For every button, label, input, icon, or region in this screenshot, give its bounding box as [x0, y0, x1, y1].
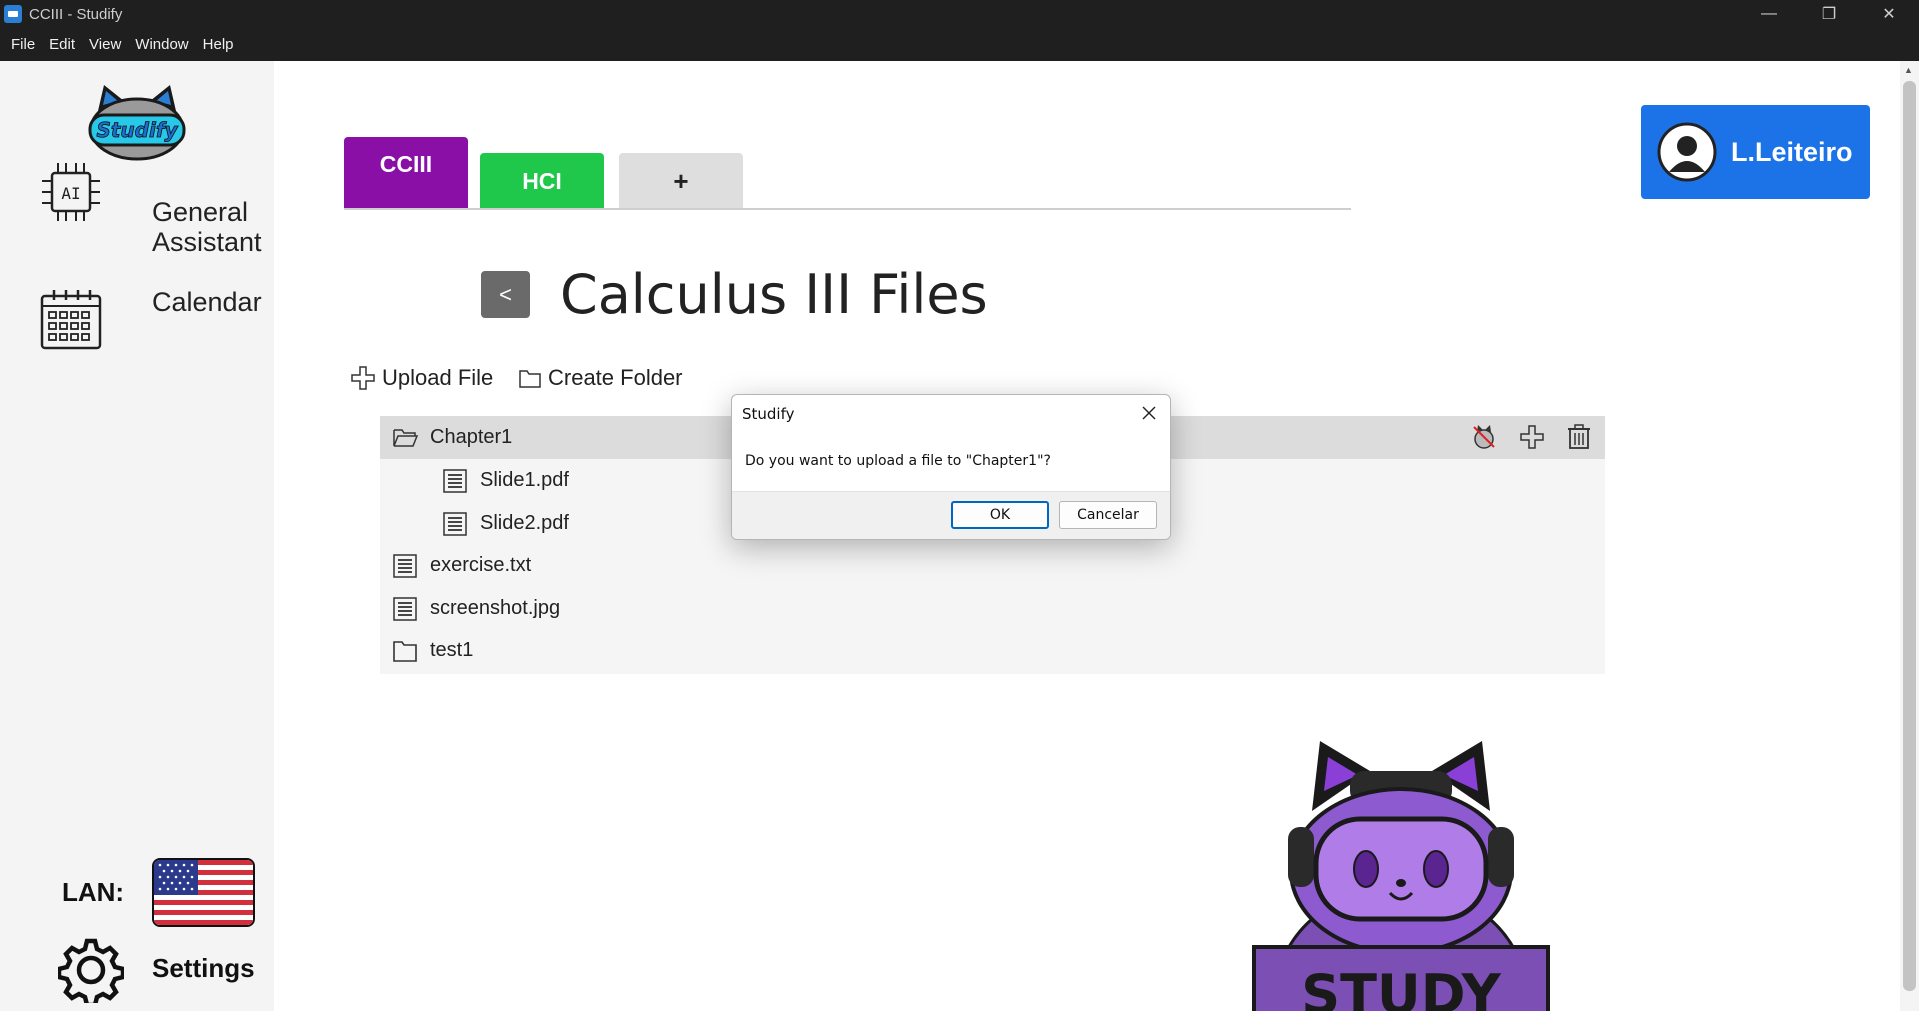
menu-file[interactable]: File — [4, 36, 42, 53]
folder-icon — [519, 370, 541, 388]
file-name: Slide1.pdf — [480, 469, 569, 491]
calendar-icon — [40, 290, 102, 350]
file-icon — [443, 468, 467, 493]
folder-open-icon — [393, 428, 418, 447]
folder-icon — [393, 640, 417, 662]
sidebar-item-calendar[interactable] — [38, 286, 104, 352]
row-actions — [1471, 424, 1591, 450]
user-profile-button[interactable]: L.Leiteiro — [1641, 105, 1870, 199]
logo-text: Studify — [96, 118, 178, 142]
tab-divider — [344, 208, 1351, 210]
create-folder-label: Create Folder — [548, 365, 683, 390]
upload-file-button[interactable]: Upload File — [350, 365, 493, 391]
cancel-button[interactable]: Cancelar — [1059, 501, 1157, 529]
sidebar-label-general-assistant[interactable]: General Assistant — [152, 197, 262, 257]
minimize-button[interactable]: — — [1739, 0, 1799, 28]
tree-row-screenshot[interactable]: screenshot.jpg — [380, 587, 1605, 630]
window-title: CCIII - Studify — [29, 5, 123, 23]
scrollbar-thumb[interactable] — [1903, 81, 1916, 991]
sidebar-label-calendar[interactable]: Calendar — [152, 287, 262, 317]
plus-icon — [351, 366, 375, 390]
menu-bar: File Edit View Window Help — [0, 28, 1919, 61]
mascot-assistant-icon[interactable] — [1471, 424, 1497, 450]
gear-icon[interactable] — [58, 937, 124, 1003]
app-icon — [4, 5, 22, 23]
close-window-button[interactable]: ✕ — [1859, 0, 1919, 28]
file-name: test1 — [430, 639, 474, 661]
tree-row-test1[interactable]: test1 — [380, 629, 1605, 672]
menu-view[interactable]: View — [82, 36, 128, 53]
file-icon — [393, 553, 417, 578]
user-avatar-icon — [1657, 122, 1717, 182]
upload-file-label: Upload File — [382, 365, 494, 390]
us-flag-language-button[interactable] — [152, 858, 255, 927]
file-icon — [443, 511, 467, 536]
restore-button[interactable]: ❐ — [1799, 0, 1859, 28]
studify-logo[interactable]: Studify — [84, 81, 190, 161]
file-name: screenshot.jpg — [430, 597, 561, 619]
ai-chip-icon: AI — [42, 163, 100, 221]
file-name: exercise.txt — [430, 554, 532, 576]
settings-label[interactable]: Settings — [152, 953, 255, 984]
assistant-label-line1: General — [152, 197, 249, 227]
back-button[interactable]: < — [481, 271, 530, 318]
create-folder-button[interactable]: Create Folder — [518, 365, 683, 391]
window-controls: — ❐ ✕ — [1739, 0, 1919, 28]
assistant-label-line2: Assistant — [152, 227, 262, 257]
study-mascot-illustration: STUDY — [1252, 741, 1550, 1011]
menu-edit[interactable]: Edit — [42, 36, 82, 53]
page-title: Calculus III Files — [560, 263, 988, 326]
ok-button[interactable]: OK — [951, 501, 1049, 529]
add-tab-button[interactable]: + — [619, 153, 743, 210]
file-icon — [393, 596, 417, 621]
tree-row-exercise[interactable]: exercise.txt — [380, 544, 1605, 587]
user-name: L.Leiteiro — [1731, 136, 1853, 167]
title-bar: CCIII - Studify — ❐ ✕ — [0, 0, 1919, 28]
mascot-sign-text: STUDY — [1301, 963, 1501, 1011]
close-icon — [1142, 406, 1156, 420]
dialog-message: Do you want to upload a file to "Chapter… — [745, 453, 1051, 469]
tab-hci[interactable]: HCI — [480, 153, 604, 210]
scroll-up-arrow-icon[interactable]: ▲ — [1904, 65, 1913, 75]
sidebar: Studify AI General Assistant Calendar LA… — [0, 61, 274, 1011]
dialog-title: Studify — [742, 405, 795, 423]
vertical-scrollbar[interactable]: ▲ — [1900, 61, 1919, 1011]
language-label: LAN: — [62, 877, 125, 907]
file-name: Slide2.pdf — [480, 512, 569, 534]
file-name: Chapter1 — [430, 426, 513, 448]
tab-cciii[interactable]: CCIII — [344, 137, 468, 210]
menu-window[interactable]: Window — [128, 36, 195, 53]
svg-text:AI: AI — [61, 184, 80, 203]
dialog-close-button[interactable] — [1134, 399, 1164, 427]
us-flag-icon — [154, 860, 253, 925]
add-file-icon[interactable] — [1519, 424, 1545, 450]
trash-icon[interactable] — [1567, 424, 1591, 450]
menu-help[interactable]: Help — [196, 36, 241, 53]
upload-confirm-dialog: Studify Do you want to upload a file to … — [731, 394, 1171, 540]
sidebar-item-general-assistant[interactable]: AI — [38, 159, 104, 225]
